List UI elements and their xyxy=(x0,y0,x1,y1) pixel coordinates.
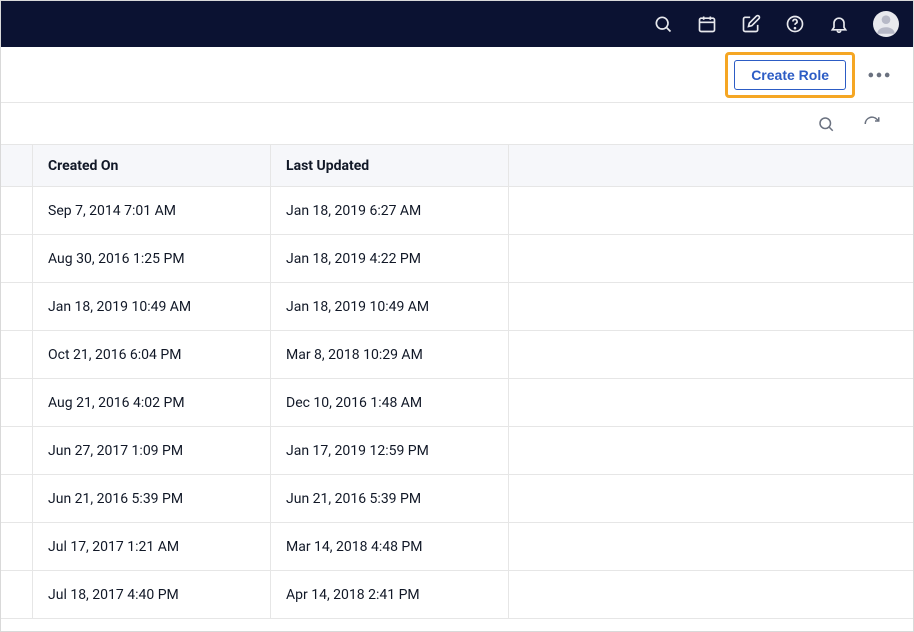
cell-last-updated: Jan 17, 2019 12:59 PM xyxy=(271,427,509,474)
cell-empty xyxy=(509,571,913,618)
more-actions-button[interactable] xyxy=(865,61,893,89)
cell-created-on: Aug 30, 2016 1:25 PM xyxy=(33,235,271,282)
cell-created-on: Jul 18, 2017 4:40 PM xyxy=(33,571,271,618)
table-row[interactable]: Jul 18, 2017 4:40 PMApr 14, 2018 2:41 PM xyxy=(1,571,913,619)
table-row[interactable]: Sep 7, 2014 7:01 AMJan 18, 2019 6:27 AM xyxy=(1,187,913,235)
app-frame: Create Role Created On Last Updated xyxy=(0,0,914,632)
row-spacer xyxy=(1,235,33,282)
table-row[interactable]: Jun 27, 2017 1:09 PMJan 17, 2019 12:59 P… xyxy=(1,427,913,475)
cell-last-updated: Jan 18, 2019 4:22 PM xyxy=(271,235,509,282)
cell-empty xyxy=(509,283,913,330)
cell-last-updated: Dec 10, 2016 1:48 AM xyxy=(271,379,509,426)
table-row[interactable]: Aug 21, 2016 4:02 PMDec 10, 2016 1:48 AM xyxy=(1,379,913,427)
help-icon[interactable] xyxy=(785,14,805,34)
table-row[interactable]: Aug 30, 2016 1:25 PMJan 18, 2019 4:22 PM xyxy=(1,235,913,283)
table-row[interactable]: Jul 17, 2017 1:21 AMMar 14, 2018 4:48 PM xyxy=(1,523,913,571)
table-row[interactable]: Jan 18, 2019 10:49 AMJan 18, 2019 10:49 … xyxy=(1,283,913,331)
table-row[interactable]: Oct 21, 2016 6:04 PMMar 8, 2018 10:29 AM xyxy=(1,331,913,379)
top-nav xyxy=(1,1,913,47)
table-header: Created On Last Updated xyxy=(1,145,913,187)
calendar-icon[interactable] xyxy=(697,14,717,34)
cell-last-updated: Apr 14, 2018 2:41 PM xyxy=(271,571,509,618)
row-spacer xyxy=(1,571,33,618)
cell-created-on: Jul 17, 2017 1:21 AM xyxy=(33,523,271,570)
cell-empty xyxy=(509,379,913,426)
cell-created-on: Jun 21, 2016 5:39 PM xyxy=(33,475,271,522)
table-body: Sep 7, 2014 7:01 AMJan 18, 2019 6:27 AMA… xyxy=(1,187,913,619)
column-header-created-on[interactable]: Created On xyxy=(33,145,271,186)
cell-last-updated: Jan 18, 2019 6:27 AM xyxy=(271,187,509,234)
row-spacer xyxy=(1,523,33,570)
highlight-annotation: Create Role xyxy=(725,52,855,98)
row-spacer xyxy=(1,283,33,330)
cell-last-updated: Mar 8, 2018 10:29 AM xyxy=(271,331,509,378)
create-role-button[interactable]: Create Role xyxy=(734,60,846,90)
spacer-column xyxy=(1,145,33,186)
cell-empty xyxy=(509,235,913,282)
table-row[interactable]: Jun 21, 2016 5:39 PMJun 21, 2016 5:39 PM xyxy=(1,475,913,523)
cell-last-updated: Jun 21, 2016 5:39 PM xyxy=(271,475,509,522)
cell-created-on: Oct 21, 2016 6:04 PM xyxy=(33,331,271,378)
column-header-last-updated[interactable]: Last Updated xyxy=(271,145,509,186)
row-spacer xyxy=(1,187,33,234)
cell-created-on: Jan 18, 2019 10:49 AM xyxy=(33,283,271,330)
row-spacer xyxy=(1,475,33,522)
bell-icon[interactable] xyxy=(829,14,849,34)
cell-empty xyxy=(509,475,913,522)
cell-empty xyxy=(509,331,913,378)
edit-icon[interactable] xyxy=(741,14,761,34)
cell-created-on: Jun 27, 2017 1:09 PM xyxy=(33,427,271,474)
column-header-empty xyxy=(509,145,913,186)
roles-table: Created On Last Updated Sep 7, 2014 7:01… xyxy=(1,145,913,619)
cell-last-updated: Mar 14, 2018 4:48 PM xyxy=(271,523,509,570)
cell-empty xyxy=(509,187,913,234)
row-spacer xyxy=(1,331,33,378)
cell-created-on: Sep 7, 2014 7:01 AM xyxy=(33,187,271,234)
cell-empty xyxy=(509,427,913,474)
avatar[interactable] xyxy=(873,11,899,37)
page-header: Create Role xyxy=(1,47,913,103)
search-icon[interactable] xyxy=(653,14,673,34)
row-spacer xyxy=(1,427,33,474)
cell-last-updated: Jan 18, 2019 10:49 AM xyxy=(271,283,509,330)
cell-created-on: Aug 21, 2016 4:02 PM xyxy=(33,379,271,426)
table-toolbar xyxy=(1,103,913,145)
row-spacer xyxy=(1,379,33,426)
cell-empty xyxy=(509,523,913,570)
table-search-icon[interactable] xyxy=(817,115,835,133)
refresh-icon[interactable] xyxy=(863,115,881,133)
